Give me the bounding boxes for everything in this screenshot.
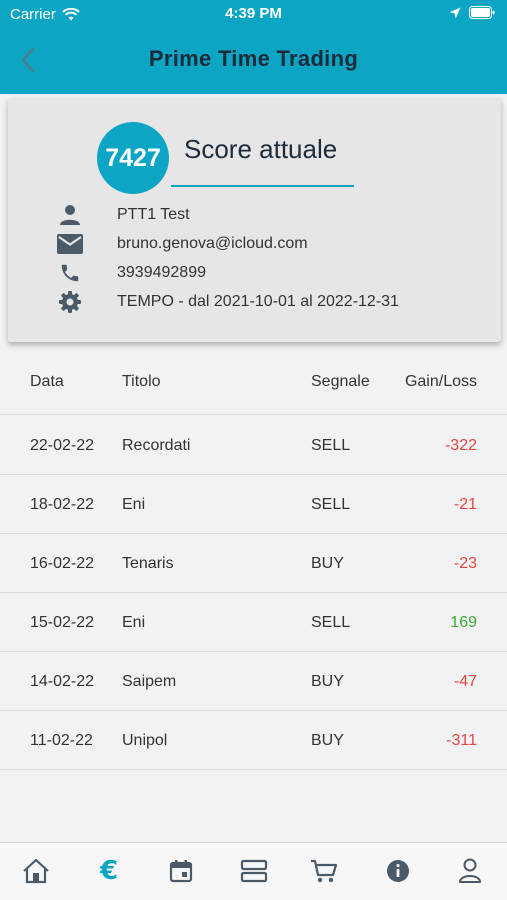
score-badge: 7427 — [97, 122, 169, 194]
row-date: 18-02-22 — [30, 496, 95, 513]
info-row-phone: 3939492899 — [56, 260, 206, 286]
row-signal: BUY — [311, 732, 344, 749]
status-right — [449, 6, 495, 19]
row-title: Eni — [122, 614, 146, 631]
table-row[interactable]: 22-02-22 Recordati SELL -322 — [0, 416, 507, 475]
mail-icon — [56, 231, 84, 257]
cart-icon — [311, 859, 338, 883]
row-gain-loss: -322 — [444, 437, 477, 454]
period-info: TEMPO - dal 2021-10-01 al 2022-12-31 — [117, 293, 399, 310]
row-title: Unipol — [122, 732, 168, 749]
row-gain-loss: -47 — [453, 673, 477, 690]
user-email: bruno.genova@icloud.com — [117, 235, 308, 252]
tab-profile[interactable] — [454, 855, 486, 887]
table-row[interactable]: 16-02-22 Tenaris BUY -23 — [0, 534, 507, 593]
tab-bar: € — [0, 842, 507, 900]
row-signal: SELL — [311, 496, 351, 513]
row-date: 11-02-22 — [30, 732, 93, 749]
tab-list[interactable] — [238, 855, 270, 887]
row-date: 22-02-22 — [30, 437, 95, 454]
battery-icon — [469, 6, 495, 19]
header-title: Titolo — [122, 373, 161, 390]
table-row[interactable]: 11-02-22 Unipol BUY -311 — [0, 711, 507, 770]
person-icon — [56, 202, 84, 228]
info-row-email: bruno.genova@icloud.com — [56, 231, 308, 257]
user-name: PTT1 Test — [117, 206, 190, 223]
header-gain-loss: Gain/Loss — [404, 373, 477, 390]
list-icon — [240, 859, 268, 883]
row-gain-loss: 169 — [450, 614, 477, 631]
header-signal: Segnale — [311, 373, 370, 390]
phone-icon — [56, 260, 84, 286]
home-icon — [23, 858, 49, 884]
euro-icon: € — [99, 856, 119, 886]
page-title: Prime Time Trading — [148, 46, 359, 71]
gear-icon — [56, 289, 84, 315]
row-signal: BUY — [311, 555, 344, 572]
tab-home[interactable] — [20, 855, 52, 887]
profile-card: 7427 Score attuale PTT1 Test bruno.genov… — [8, 98, 501, 342]
status-bar: Carrier 4:39 PM — [0, 0, 507, 28]
row-signal: BUY — [311, 673, 344, 690]
top-bar: Carrier 4:39 PM Prime Time Trading — [0, 0, 507, 94]
info-row-name: PTT1 Test — [56, 202, 190, 228]
row-date: 14-02-22 — [30, 673, 95, 690]
table-row[interactable]: 18-02-22 Eni SELL -21 — [0, 475, 507, 534]
row-title: Tenaris — [122, 555, 174, 572]
row-gain-loss: -21 — [453, 496, 477, 513]
row-title: Saipem — [122, 673, 177, 690]
score-underline — [171, 185, 354, 187]
table-row[interactable]: 14-02-22 Saipem BUY -47 — [0, 652, 507, 711]
tab-calendar[interactable] — [165, 855, 197, 887]
row-date: 15-02-22 — [30, 614, 95, 631]
row-signal: SELL — [311, 614, 351, 631]
status-time: 4:39 PM — [225, 5, 282, 22]
table-row[interactable]: 15-02-22 Eni SELL 169 — [0, 593, 507, 652]
row-signal: SELL — [311, 437, 351, 454]
tab-euro[interactable]: € — [93, 855, 125, 887]
user-phone: 3939492899 — [117, 264, 206, 281]
row-title: Eni — [122, 496, 146, 513]
row-gain-loss: -23 — [453, 555, 477, 572]
row-title: Recordati — [122, 437, 191, 454]
tab-cart[interactable] — [308, 855, 340, 887]
tab-info[interactable] — [382, 855, 414, 887]
profile-icon — [459, 858, 481, 883]
score-title: Score attuale — [184, 134, 338, 164]
info-row-period: TEMPO - dal 2021-10-01 al 2022-12-31 — [56, 289, 399, 315]
calendar-icon — [169, 860, 193, 883]
info-icon — [387, 860, 409, 882]
header-date: Data — [30, 373, 64, 390]
table-header: Data Titolo Segnale Gain/Loss — [0, 356, 507, 415]
row-gain-loss: -311 — [446, 732, 477, 749]
location-arrow-icon — [449, 7, 461, 18]
row-date: 16-02-22 — [30, 555, 95, 572]
